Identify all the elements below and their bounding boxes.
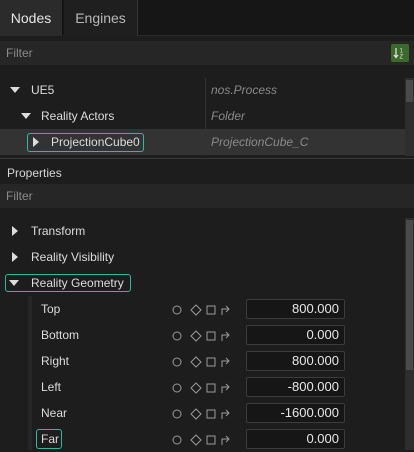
- field-label: Top: [41, 302, 61, 316]
- tab-engines[interactable]: Engines: [64, 0, 138, 36]
- tree-type: ProjectionCube_C: [211, 135, 309, 149]
- tree-row-ue5[interactable]: UE5 nos.Process: [0, 77, 405, 103]
- caret-right-icon[interactable]: [12, 226, 18, 236]
- keyframe-diamond-icon: [190, 434, 202, 446]
- checkbox-square-icon: [206, 409, 216, 419]
- keyframe-diamond-icon: [190, 330, 202, 342]
- field-row-bottom: Bottom 0.000: [0, 322, 405, 348]
- group-label: Reality Geometry: [31, 276, 124, 290]
- field-label: Bottom: [41, 328, 80, 342]
- group-label: Reality Visibility: [31, 250, 115, 264]
- field-label: Left: [41, 380, 62, 394]
- tree-label: ProjectionCube0: [51, 135, 140, 149]
- keyframe-diamond-icon: [190, 382, 202, 394]
- field-controls: [172, 382, 230, 394]
- field-value-input[interactable]: 0.000: [246, 429, 345, 449]
- checkbox-square-icon: [206, 305, 216, 315]
- svg-text:Z: Z: [400, 55, 404, 61]
- checkbox-square-icon: [206, 383, 216, 393]
- keyframe-diamond-icon: [190, 356, 202, 368]
- panel-divider[interactable]: [0, 158, 414, 159]
- nodes-filter-input[interactable]: Filter: [0, 41, 388, 65]
- field-row-right: Right 800.000: [0, 348, 405, 374]
- field-row-left: Left -800.000: [0, 374, 405, 400]
- reset-circle-icon: [172, 305, 182, 315]
- field-value-input[interactable]: 800.000: [246, 299, 345, 319]
- sort-icon: 1 Z: [393, 48, 404, 61]
- tree-label: UE5: [31, 83, 55, 97]
- nodes-filter-bar: Filter 1 Z: [0, 41, 414, 65]
- link-arrow-icon: [221, 409, 230, 419]
- group-label: Transform: [31, 224, 86, 238]
- field-controls: [172, 330, 230, 342]
- tab-nodes[interactable]: Nodes: [0, 0, 63, 36]
- group-reality-visibility[interactable]: Reality Visibility: [0, 244, 405, 270]
- properties-scrollbar[interactable]: [405, 218, 414, 450]
- caret-right-icon[interactable]: [33, 137, 39, 147]
- reset-circle-icon: [172, 409, 182, 419]
- keyframe-diamond-icon: [190, 304, 202, 316]
- field-label: Near: [41, 406, 68, 420]
- field-row-top: Top 800.000: [0, 296, 405, 322]
- checkbox-square-icon: [206, 331, 216, 341]
- caret-right-icon[interactable]: [12, 252, 18, 262]
- field-row-far: Far 0.000: [0, 426, 405, 452]
- reset-circle-icon: [172, 331, 182, 341]
- link-arrow-icon: [221, 383, 230, 393]
- field-controls: [172, 304, 230, 316]
- link-arrow-icon: [221, 435, 230, 445]
- field-value-input[interactable]: -1600.000: [246, 403, 345, 423]
- tree-type: Folder: [211, 109, 246, 123]
- keyframe-diamond-icon: [190, 408, 202, 420]
- tree-type: nos.Process: [211, 83, 278, 97]
- properties-title: Properties: [7, 166, 62, 180]
- tree-row-projectioncube0[interactable]: ProjectionCube0 ProjectionCube_C: [0, 129, 405, 155]
- caret-down-icon[interactable]: [10, 87, 20, 93]
- checkbox-square-icon: [206, 357, 216, 367]
- field-label: Right: [41, 354, 70, 368]
- reset-circle-icon: [172, 435, 182, 445]
- field-controls: [172, 408, 230, 420]
- group-transform[interactable]: Transform: [0, 218, 405, 244]
- field-value-input[interactable]: 800.000: [246, 351, 345, 371]
- caret-down-icon[interactable]: [21, 113, 31, 119]
- tree-scrollbar[interactable]: [405, 78, 414, 156]
- group-reality-geometry[interactable]: Reality Geometry: [0, 270, 405, 296]
- field-label: Far: [41, 432, 59, 446]
- checkbox-square-icon: [206, 435, 216, 445]
- properties-filter-bar: Filter: [0, 184, 414, 208]
- field-controls: [172, 356, 230, 368]
- tree-row-reality-actors[interactable]: Reality Actors Folder: [0, 103, 405, 129]
- link-arrow-icon: [221, 305, 230, 315]
- properties-scrollbar-thumb[interactable]: [406, 220, 413, 370]
- reset-circle-icon: [172, 383, 182, 393]
- field-row-near: Near -1600.000: [0, 400, 405, 426]
- link-arrow-icon: [221, 331, 230, 341]
- field-value-input[interactable]: -800.000: [246, 377, 345, 397]
- caret-down-icon[interactable]: [9, 280, 19, 286]
- tree-label: Reality Actors: [41, 109, 115, 123]
- link-arrow-icon: [221, 357, 230, 367]
- tree-scrollbar-thumb[interactable]: [406, 80, 413, 102]
- tab-bar: Nodes Engines: [0, 0, 414, 36]
- field-controls: [172, 434, 230, 446]
- properties-filter-input[interactable]: Filter: [0, 184, 388, 208]
- sort-button[interactable]: 1 Z: [391, 44, 409, 62]
- field-value-input[interactable]: 0.000: [246, 325, 345, 345]
- reset-circle-icon: [172, 357, 182, 367]
